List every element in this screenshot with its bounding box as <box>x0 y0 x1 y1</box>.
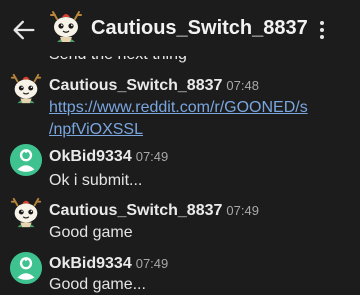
message-text: Good game <box>49 224 133 241</box>
message-time: 07:49 <box>226 203 259 218</box>
message-time: 07:49 <box>135 256 169 271</box>
chat-screen: Send the next thing Cautious_Switch_8837… <box>0 0 360 295</box>
user-avatar[interactable] <box>9 251 43 285</box>
author-name[interactable]: Cautious_Switch_8837 <box>49 77 222 94</box>
message-time: 07:49 <box>135 149 169 164</box>
message-author[interactable]: Cautious_Switch_8837 07:48 <box>49 77 259 95</box>
link-line-1[interactable]: https://www.reddit.com/r/GOONED/s <box>49 97 339 119</box>
message-text: Ok i submit... <box>49 172 143 189</box>
more-vertical-icon[interactable] <box>314 16 330 44</box>
message-author[interactable]: OkBid9334 07:49 <box>49 148 168 166</box>
message-author[interactable]: Cautious_Switch_8837 07:49 <box>49 202 259 220</box>
message-text: Good game... <box>49 276 146 293</box>
arrow-left-icon[interactable] <box>10 16 38 44</box>
user-avatar[interactable] <box>9 143 43 177</box>
author-name[interactable]: OkBid9334 <box>49 148 132 165</box>
chat-title[interactable]: Cautious_Switch_8837 <box>91 17 308 40</box>
user-avatar[interactable] <box>9 72 43 106</box>
message-author[interactable]: OkBid9334 07:49 <box>49 255 168 273</box>
message-time: 07:48 <box>226 78 259 93</box>
author-name[interactable]: Cautious_Switch_8837 <box>49 202 222 219</box>
link-line-2[interactable]: /npfViOXSSL <box>49 119 339 141</box>
author-name[interactable]: OkBid9334 <box>49 255 132 272</box>
header-avatar[interactable] <box>48 9 84 45</box>
chat-header: Cautious_Switch_8837 <box>0 0 360 56</box>
user-avatar[interactable] <box>9 196 43 230</box>
message-link[interactable]: https://www.reddit.com/r/GOONED/s /npfVi… <box>49 97 339 141</box>
